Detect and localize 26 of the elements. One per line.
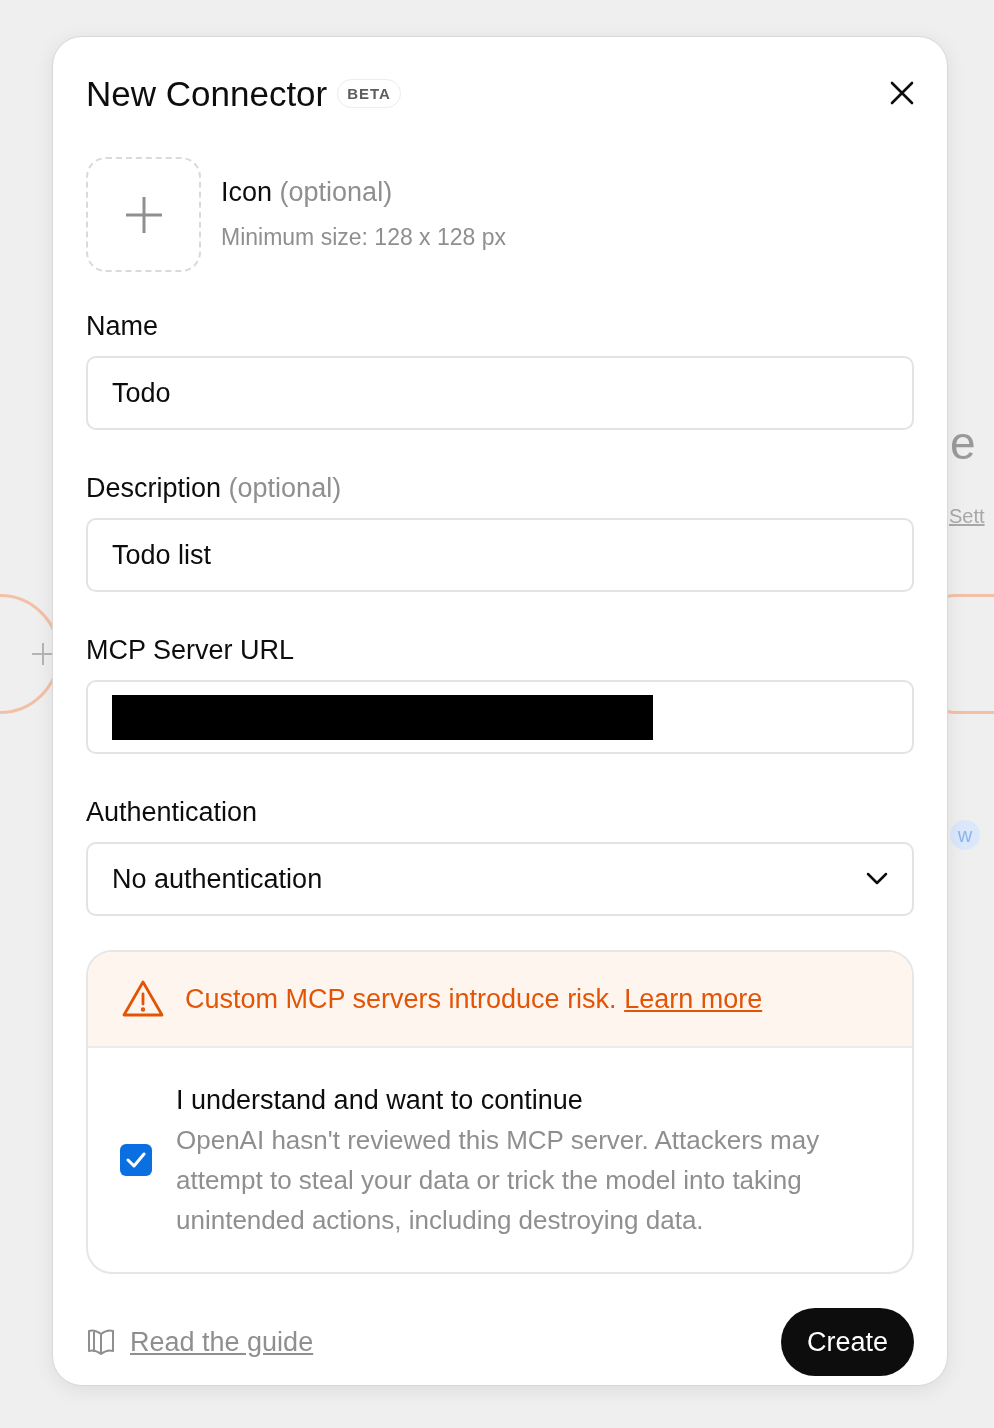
learn-more-link[interactable]: Learn more — [624, 983, 763, 1014]
consent-body: OpenAI hasn't reviewed this MCP server. Attackers may attempt to steal your data or trick the model into taking unintended actions, including destroying data. — [176, 1124, 821, 1237]
close-icon — [890, 81, 914, 105]
authentication-dropdown[interactable]: No authentication — [86, 842, 914, 916]
book-icon — [86, 1327, 116, 1357]
background-badge: w — [950, 820, 980, 850]
warning-message: Custom MCP servers introduce risk. Learn more — [185, 982, 763, 1016]
checkmark-icon — [126, 1152, 146, 1168]
icon-label: Icon (optional) — [221, 176, 394, 210]
field-label: Description (optional) — [86, 472, 343, 505]
dialog-title: New Connector — [86, 75, 328, 111]
text-field[interactable]: Todo — [86, 356, 914, 430]
consent-checkbox[interactable] — [120, 1144, 152, 1176]
icon-size-hint: Minimum size: 128 x 128 px — [221, 223, 507, 253]
create-button[interactable]: Create — [780, 1308, 914, 1376]
background-heading: e — [950, 420, 976, 466]
background-plus-icon — [32, 643, 54, 665]
text-field[interactable]: Todo list — [86, 518, 914, 592]
field-label: MCP Server URL — [86, 634, 296, 667]
chevron-down-icon — [866, 872, 888, 886]
url-field[interactable] — [86, 680, 914, 754]
warning-icon — [121, 979, 165, 1019]
field-label: Authentication — [86, 796, 259, 829]
consent-title: I understand and want to continue — [176, 1084, 584, 1117]
plus-icon — [125, 196, 162, 233]
field-label: Name — [86, 310, 160, 343]
